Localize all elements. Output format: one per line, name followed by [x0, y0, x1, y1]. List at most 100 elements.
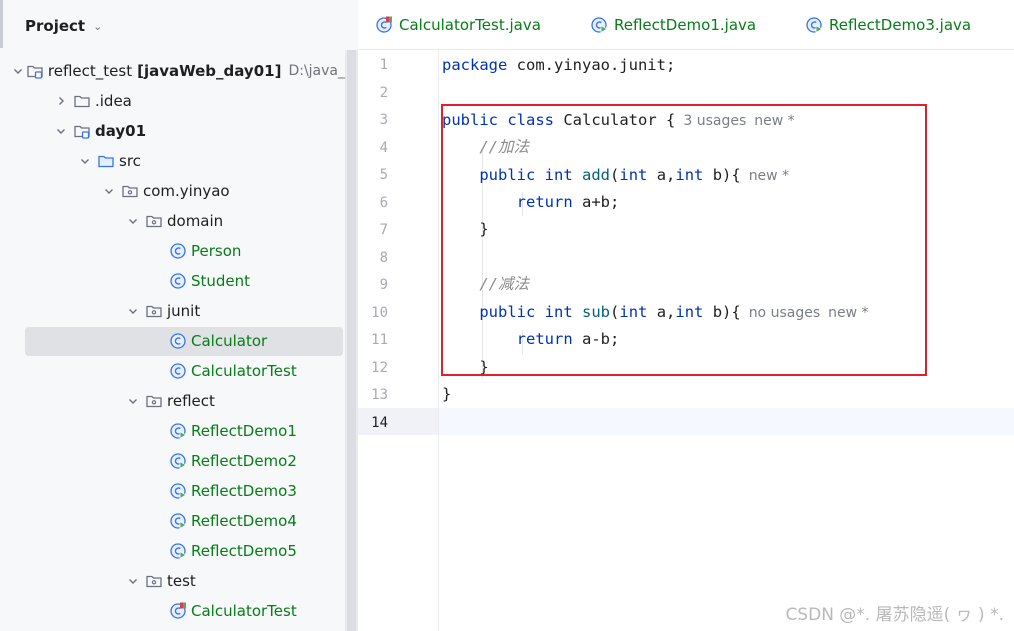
tree-item-label: ReflectDemo2: [191, 452, 297, 470]
folder-icon: [73, 92, 91, 110]
chevron-down-icon[interactable]: ⌄: [93, 20, 102, 33]
line-number: 14: [371, 414, 388, 431]
tree-item-reflectdemo3[interactable]: ReflectDemo3: [0, 476, 345, 506]
code-line-13[interactable]: }: [442, 381, 451, 408]
chevron-down-icon[interactable]: [53, 125, 69, 137]
project-view-selector[interactable]: Project ⌄: [25, 16, 102, 36]
line-number: 4: [379, 139, 388, 156]
project-scrollbar[interactable]: [345, 50, 358, 631]
code-text: com.yinyao.junit;: [507, 56, 676, 74]
code-text: }: [442, 385, 452, 403]
scrollbar-thumb[interactable]: [347, 50, 356, 631]
module-path: D:\java_: [288, 63, 345, 79]
watermark: CSDN @*. 屠苏隐遥( ヮ ) *.: [785, 605, 1004, 625]
tree-item-src[interactable]: src: [0, 146, 345, 176]
line-number: 8: [379, 249, 388, 266]
runnable-class-icon: [169, 452, 187, 470]
line-number: 9: [379, 277, 388, 293]
tree-item-reflectdemo1[interactable]: ReflectDemo1: [0, 416, 345, 446]
tree-item-test[interactable]: test: [0, 566, 345, 596]
package-icon: [145, 392, 163, 410]
code-editor: CalculatorTest.java ReflectDemo1.java Re…: [358, 0, 1014, 631]
runnable-class-icon: [169, 422, 187, 440]
line-number: 12: [371, 359, 388, 376]
tree-item-junit[interactable]: junit: [0, 296, 345, 326]
module-name: [javaWeb_day01]: [137, 62, 282, 80]
line-number: 7: [379, 222, 388, 238]
chevron-down-icon[interactable]: [12, 65, 24, 77]
class-icon: [169, 272, 187, 290]
tree-item-reflect-test[interactable]: reflect_test [javaWeb_day01] D:\java_: [0, 56, 345, 86]
chevron-down-icon[interactable]: [101, 185, 117, 197]
tree-item-com-yinyao[interactable]: com.yinyao: [0, 176, 345, 206]
tree-item-label: ReflectDemo5: [191, 542, 297, 560]
chevron-down-icon[interactable]: [125, 305, 141, 317]
line-number: 10: [371, 304, 388, 321]
line-number: 3: [379, 112, 388, 128]
tree-item-label: Person: [191, 242, 242, 260]
line-number: 2: [379, 84, 388, 101]
tree-item-person[interactable]: Person: [0, 236, 345, 266]
test-class-icon: [169, 602, 187, 620]
package-icon: [145, 212, 163, 230]
runnable-class-icon: [169, 482, 187, 500]
tree-item-label: CalculatorTest: [191, 602, 297, 620]
line-number: 6: [379, 194, 388, 211]
class-icon: [169, 362, 187, 380]
runnable-class-icon: [169, 542, 187, 560]
tab-reflectdemo1[interactable]: ReflectDemo1.java: [590, 13, 756, 37]
tree-item-day01[interactable]: day01: [0, 116, 345, 146]
tab-calculatortest[interactable]: CalculatorTest.java: [375, 13, 541, 37]
tree-item-calculatortest[interactable]: CalculatorTest: [0, 596, 345, 626]
tree-item-reflectdemo4[interactable]: ReflectDemo4: [0, 506, 345, 536]
tree-item-label: test: [167, 572, 196, 590]
editor-tab-bar: CalculatorTest.java ReflectDemo1.java Re…: [358, 0, 1014, 50]
module-folder-icon: [26, 62, 44, 80]
chevron-down-icon[interactable]: [125, 395, 141, 407]
tree-item-calculator[interactable]: Calculator: [0, 326, 345, 356]
tree-item-domain[interactable]: domain: [0, 206, 345, 236]
line-number: 1: [379, 57, 388, 73]
line-number: 5: [379, 167, 388, 183]
tree-item-label: day01: [95, 122, 147, 140]
source-folder-icon: [97, 152, 115, 170]
class-icon: [169, 242, 187, 260]
tree-item-label: domain: [167, 212, 224, 230]
tree-item-calculatortest[interactable]: CalculatorTest: [0, 356, 345, 386]
tab-reflectdemo3[interactable]: ReflectDemo3.java: [805, 13, 971, 37]
chevron-down-icon[interactable]: [125, 575, 141, 587]
package-icon: [145, 302, 163, 320]
runnable-class-icon: [169, 512, 187, 530]
tree-item-label: Calculator: [191, 332, 268, 350]
tab-label: CalculatorTest.java: [399, 16, 541, 34]
tree-item-label: ReflectDemo1: [191, 422, 297, 440]
runnable-class-icon: [590, 16, 608, 34]
chevron-down-icon[interactable]: [125, 215, 141, 227]
chevron-right-icon[interactable]: [53, 95, 69, 107]
runnable-class-icon: [805, 16, 823, 34]
module-folder-icon: [73, 122, 91, 140]
tab-label: ReflectDemo3.java: [829, 16, 972, 34]
code-line-1[interactable]: package com.yinyao.junit;: [442, 52, 675, 79]
tree-item-label: reflect: [167, 392, 215, 410]
tree-item-reflect[interactable]: reflect: [0, 386, 345, 416]
annotation-highlight-box: [441, 104, 927, 376]
panel-edge-strip: [0, 0, 3, 48]
tree-item-label: ReflectDemo3: [191, 482, 297, 500]
tree-item-reflectdemo5[interactable]: ReflectDemo5: [0, 536, 345, 566]
tree-item-label: com.yinyao: [143, 182, 230, 200]
tree-item-reflectdemo2[interactable]: ReflectDemo2: [0, 446, 345, 476]
tree-item--idea[interactable]: .idea: [0, 86, 345, 116]
chevron-down-icon[interactable]: [77, 155, 93, 167]
current-line-highlight: [358, 408, 1014, 435]
keyword: package: [442, 56, 508, 74]
line-number: 11: [371, 332, 388, 348]
tree-item-label: reflect_test: [47, 62, 133, 80]
tab-label: ReflectDemo1.java: [614, 16, 757, 34]
tree-item-label: ReflectDemo4: [191, 512, 297, 530]
project-panel: Project ⌄ reflect_test [javaWeb_day01] D:\…: [0, 0, 358, 631]
project-title: Project: [25, 17, 86, 35]
tree-item-student[interactable]: Student: [0, 266, 345, 296]
package-icon: [121, 182, 139, 200]
tree-item-label: src: [119, 152, 141, 170]
